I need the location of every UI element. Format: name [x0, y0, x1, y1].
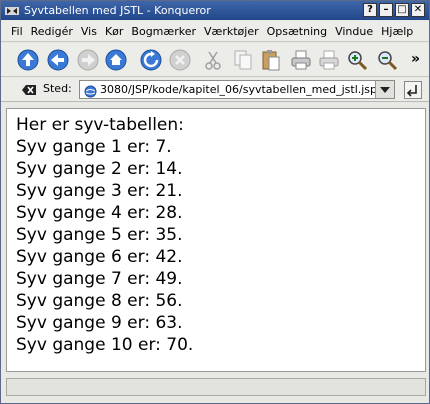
menu-vis[interactable]: Vis	[77, 25, 101, 38]
table-line: Syv gange 5 er: 35.	[16, 225, 183, 245]
cut-icon[interactable]	[201, 48, 225, 72]
window-title: Syvtabellen med JSTL - Konqueror	[24, 4, 211, 17]
location-label: Sted:	[43, 82, 72, 95]
go-icon[interactable]	[404, 81, 422, 99]
menu-hjaelp[interactable]: Hjælp	[377, 25, 417, 38]
menu-bar: Fil Redigér Vis Kør Bogmærker Værktøjer …	[1, 21, 429, 42]
paste-icon[interactable]	[259, 48, 283, 72]
table-line: Syv gange 8 er: 56.	[16, 291, 183, 311]
stop-icon[interactable]	[168, 48, 192, 72]
table-line: Syv gange 6 er: 42.	[16, 247, 183, 267]
globe-icon	[84, 83, 97, 98]
browser-window: Syvtabellen med JSTL - Konqueror ? – □ ✕…	[0, 0, 430, 404]
location-bar: Sted: 3080/JSP/kode/kapitel_06/syvtabell…	[1, 78, 429, 102]
menu-vaerktojer[interactable]: Værktøjer	[200, 25, 263, 38]
menu-opsaetning[interactable]: Opsætning	[263, 25, 331, 38]
toolbar-overflow-button[interactable]: »	[411, 51, 420, 67]
url-input[interactable]: 3080/JSP/kode/kapitel_06/syvtabellen_med…	[79, 80, 395, 99]
minimize-button[interactable]: –	[379, 3, 393, 17]
menu-bogmaerker[interactable]: Bogmærker	[127, 25, 200, 38]
print-icon[interactable]	[289, 48, 313, 72]
konqueror-app-icon[interactable]	[4, 4, 20, 18]
back-arrow-icon[interactable]	[46, 48, 70, 72]
table-line: Syv gange 4 er: 28.	[16, 203, 183, 223]
chevron-down-icon	[380, 86, 390, 93]
menu-rediger[interactable]: Redigér	[27, 25, 77, 38]
close-button[interactable]: ✕	[411, 3, 425, 17]
print-frame-icon[interactable]	[317, 48, 341, 72]
toolbar: »	[1, 43, 429, 77]
table-line: Syv gange 9 er: 63.	[16, 313, 183, 333]
copy-icon[interactable]	[231, 48, 255, 72]
page-heading: Her er syv-tabellen:	[16, 115, 184, 135]
table-line: Syv gange 10 er: 70.	[16, 335, 194, 355]
url-dropdown-button[interactable]	[375, 81, 394, 98]
url-text: 3080/JSP/kode/kapitel_06/syvtabellen_med…	[100, 83, 378, 96]
page-content: Her er syv-tabellen: Syv gange 1 er: 7. …	[6, 108, 426, 372]
help-title-button[interactable]: ?	[363, 3, 377, 17]
clear-location-icon[interactable]	[21, 82, 37, 98]
menu-vindue[interactable]: Vindue	[331, 25, 377, 38]
up-arrow-icon[interactable]	[16, 48, 40, 72]
menu-kor[interactable]: Kør	[101, 25, 127, 38]
home-icon[interactable]	[104, 48, 128, 72]
table-line: Syv gange 1 er: 7.	[16, 137, 172, 157]
maximize-button[interactable]: □	[395, 3, 409, 17]
table-line: Syv gange 7 er: 49.	[16, 269, 183, 289]
reload-icon[interactable]	[139, 48, 163, 72]
table-line: Syv gange 3 er: 21.	[16, 181, 183, 201]
menu-fil[interactable]: Fil	[7, 25, 27, 38]
table-line: Syv gange 2 er: 14.	[16, 159, 183, 179]
title-bar[interactable]: Syvtabellen med JSTL - Konqueror ? – □ ✕	[1, 1, 429, 20]
zoom-in-icon[interactable]	[345, 48, 369, 72]
status-bar	[6, 378, 426, 396]
zoom-out-icon[interactable]	[375, 48, 399, 72]
forward-arrow-icon[interactable]	[76, 48, 100, 72]
